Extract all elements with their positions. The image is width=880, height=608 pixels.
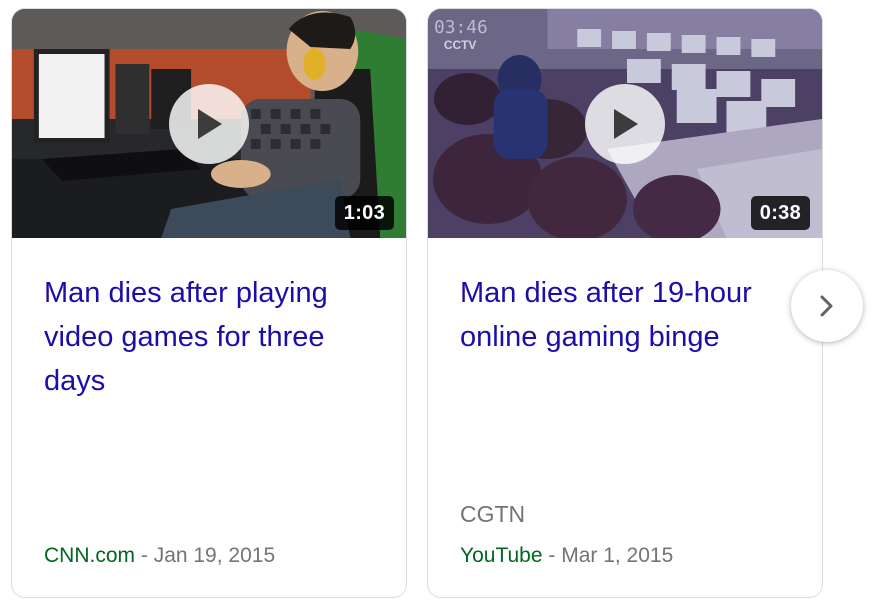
video-carousel: 1:03 Man dies after playing video games … (0, 0, 880, 608)
chevron-right-icon (820, 295, 833, 317)
play-icon[interactable] (169, 83, 249, 164)
cctv-watermark: CCTV (444, 38, 476, 52)
video-meta: CNN.com - Jan 19, 2015 (44, 541, 275, 571)
video-card[interactable]: 1:03 Man dies after playing video games … (11, 8, 407, 598)
meta-separator: - (135, 544, 154, 567)
video-title[interactable]: Man dies after 19-hour online gaming bin… (460, 271, 802, 359)
video-thumbnail[interactable]: 1:03 (12, 9, 406, 238)
svg-text:03:46: 03:46 (434, 17, 488, 38)
video-date: Mar 1, 2015 (561, 544, 674, 567)
play-icon[interactable] (585, 83, 665, 164)
video-meta: YouTube - Mar 1, 2015 (460, 541, 673, 571)
video-source: CNN.com (44, 544, 136, 567)
meta-separator: - (542, 544, 562, 567)
carousel-next-button[interactable] (791, 270, 863, 342)
video-thumbnail[interactable]: 03:46 CCTV 0:38 (428, 9, 822, 238)
video-card[interactable]: 03:46 CCTV 0:38 Man dies after 19-hour o… (427, 8, 823, 598)
video-title[interactable]: Man dies after playing video games for t… (44, 271, 386, 403)
video-duration: 0:38 (750, 196, 810, 230)
video-date: Jan 19, 2015 (153, 544, 276, 567)
video-source: YouTube (460, 544, 543, 567)
video-duration: 1:03 (334, 196, 394, 230)
video-channel: CGTN (460, 501, 526, 527)
